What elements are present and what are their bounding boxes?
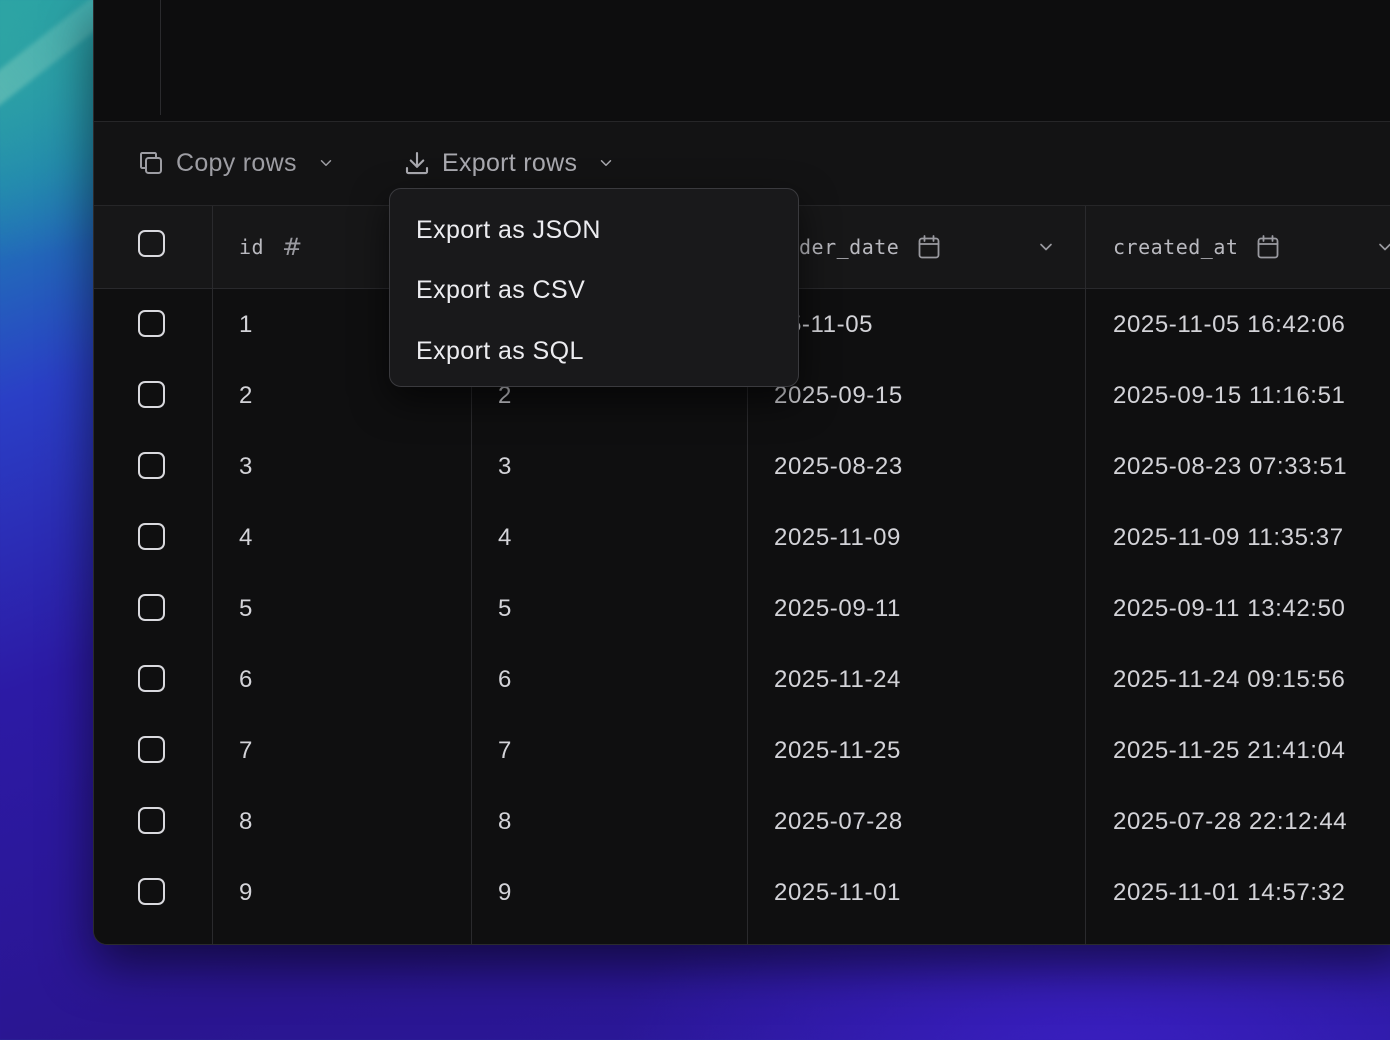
app-window: Copy rows Export rows id # der_date crea…	[93, 0, 1390, 945]
cell-id[interactable]: 8	[239, 786, 253, 857]
row-checkbox[interactable]	[138, 523, 165, 550]
calendar-icon	[917, 234, 941, 260]
cell-created-at[interactable]: 2025-11-01 14:57:32	[1113, 857, 1345, 928]
cell-id[interactable]: 4	[239, 502, 253, 573]
row-checkbox[interactable]	[138, 594, 165, 621]
hash-icon: #	[282, 233, 303, 261]
cell-col2[interactable]: 4	[498, 502, 512, 573]
query-editor[interactable]	[94, 0, 1390, 122]
table-row[interactable]: 7 7 2025-11-25 2025-11-25 21:41:04	[94, 715, 1390, 787]
cell-col2[interactable]: 5	[498, 573, 512, 644]
column-header-id[interactable]: id #	[239, 206, 303, 288]
export-as-csv-item[interactable]: Export as CSV	[416, 270, 585, 310]
cell-order-date[interactable]: 2025-09-11	[774, 573, 901, 644]
column-name: created_at	[1113, 235, 1239, 259]
cell-order-date[interactable]: 2025-11-25	[774, 715, 901, 786]
cell-order-date[interactable]: 2025-07-28	[774, 786, 903, 857]
chevron-down-icon	[317, 154, 335, 172]
row-checkbox[interactable]	[138, 665, 165, 692]
table-row[interactable]: 3 3 2025-08-23 2025-08-23 07:33:51	[94, 431, 1390, 503]
cell-col2[interactable]: 9	[498, 857, 512, 928]
cell-col2[interactable]: 3	[498, 431, 512, 502]
cell-created-at[interactable]: 2025-07-28 22:12:44	[1113, 786, 1347, 857]
cell-order-date[interactable]: 2025-11-24	[774, 644, 901, 715]
column-divider	[212, 206, 213, 944]
column-header-created-at[interactable]: created_at	[1113, 206, 1390, 288]
cell-order-date[interactable]: 2025-11-01	[774, 857, 901, 928]
column-menu-chevron-icon[interactable]	[1036, 237, 1056, 257]
cell-created-at[interactable]: 2025-09-15 11:16:51	[1113, 360, 1345, 431]
column-divider	[1085, 206, 1086, 944]
cell-created-at[interactable]: 2025-11-09 11:35:37	[1113, 502, 1344, 573]
cell-col2[interactable]: 8	[498, 786, 512, 857]
row-checkbox[interactable]	[138, 452, 165, 479]
cell-id[interactable]: 6	[239, 644, 253, 715]
cell-order-date[interactable]: 2025-11-09	[774, 502, 901, 573]
copy-icon	[136, 148, 166, 178]
cell-id[interactable]: 1	[239, 289, 253, 360]
table-row[interactable]: 5 5 2025-09-11 2025-09-11 13:42:50	[94, 573, 1390, 645]
cell-id[interactable]: 9	[239, 857, 253, 928]
cell-created-at[interactable]: 2025-11-05 16:42:06	[1113, 289, 1345, 360]
cell-id[interactable]: 2	[239, 360, 253, 431]
row-checkbox[interactable]	[138, 381, 165, 408]
select-all-checkbox[interactable]	[138, 230, 165, 257]
cell-id[interactable]: 3	[239, 431, 253, 502]
calendar-icon	[1256, 234, 1280, 260]
table-row[interactable]: 8 8 2025-07-28 2025-07-28 22:12:44	[94, 786, 1390, 858]
partial-row	[94, 928, 1390, 944]
column-header-order-date[interactable]: der_date	[799, 206, 1079, 288]
copy-rows-label: Copy rows	[176, 148, 297, 177]
export-as-json-item[interactable]: Export as JSON	[416, 210, 601, 250]
row-checkbox[interactable]	[138, 807, 165, 834]
row-checkbox[interactable]	[138, 736, 165, 763]
cell-order-date[interactable]: 2025-08-23	[774, 431, 903, 502]
table-row[interactable]: 4 4 2025-11-09 2025-11-09 11:35:37	[94, 502, 1390, 574]
column-name: der_date	[799, 235, 900, 259]
table-row[interactable]: 9 9 2025-11-01 2025-11-01 14:57:32	[94, 857, 1390, 929]
chevron-down-icon	[597, 154, 615, 172]
column-name: id	[239, 235, 265, 259]
cell-created-at[interactable]: 2025-08-23 07:33:51	[1113, 431, 1347, 502]
row-checkbox[interactable]	[138, 878, 165, 905]
cell-created-at[interactable]: 2025-11-25 21:41:04	[1113, 715, 1345, 786]
cell-col2[interactable]: 7	[498, 715, 512, 786]
cell-id[interactable]: 7	[239, 715, 253, 786]
cell-col2[interactable]: 6	[498, 644, 512, 715]
export-menu: Export as JSON Export as CSV Export as S…	[389, 188, 799, 387]
export-as-sql-item[interactable]: Export as SQL	[416, 331, 584, 371]
cell-created-at[interactable]: 2025-11-24 09:15:56	[1113, 644, 1345, 715]
export-rows-label: Export rows	[442, 148, 578, 177]
cell-id[interactable]: 5	[239, 573, 253, 644]
column-menu-chevron-icon[interactable]	[1375, 237, 1390, 257]
table-row[interactable]: 6 6 2025-11-24 2025-11-24 09:15:56	[94, 644, 1390, 716]
download-icon	[402, 148, 432, 178]
copy-rows-button[interactable]: Copy rows	[136, 144, 335, 182]
cell-created-at[interactable]: 2025-09-11 13:42:50	[1113, 573, 1345, 644]
editor-gutter-divider	[160, 0, 161, 115]
export-rows-button[interactable]: Export rows	[402, 144, 615, 182]
row-checkbox[interactable]	[138, 310, 165, 337]
